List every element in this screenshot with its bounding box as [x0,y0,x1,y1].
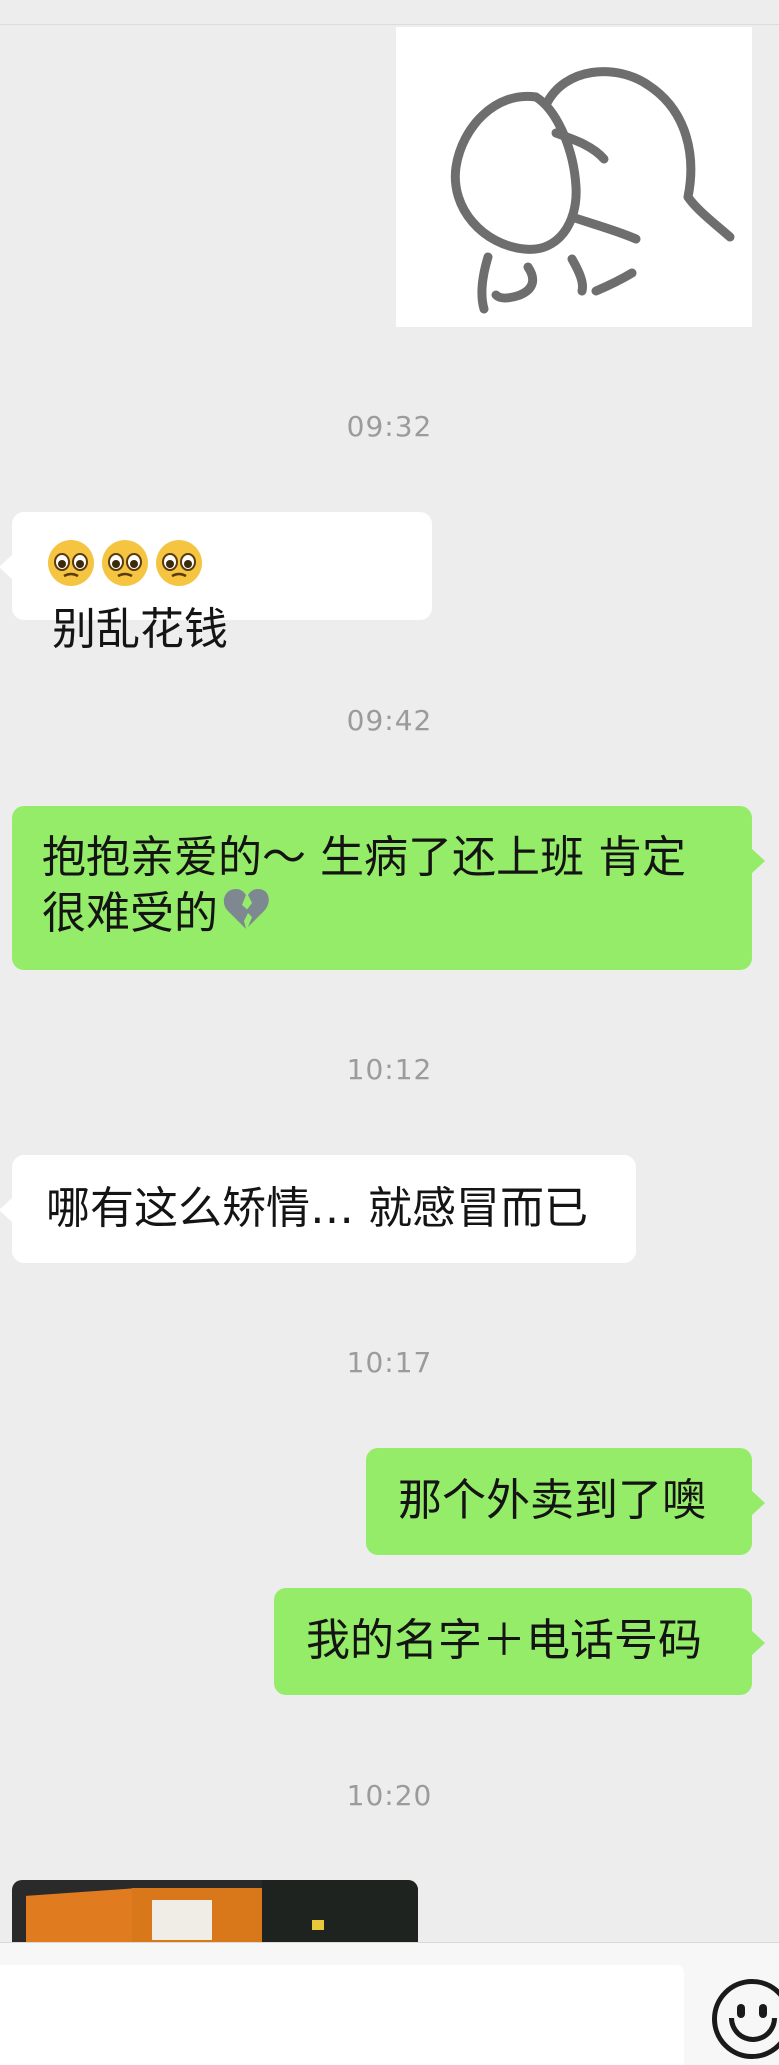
message-bubble-sent[interactable]: 那个外卖到了噢 [366,1448,765,1555]
input-bar [0,1942,779,2065]
message-text-line: 抱抱亲爱的～ 生病了还上班 肯定 [42,832,686,883]
pleading-face-icon [100,538,150,602]
message-bubble-sent[interactable]: 抱抱亲爱的～ 生病了还上班 肯定 很难受的 [12,806,765,970]
timestamp: 09:32 [346,410,433,443]
timestamp: 10:12 [346,1053,433,1086]
message-text: 我的名字＋电话号码 [306,1615,702,1666]
top-divider [0,24,779,25]
timestamp: 10:20 [346,1779,433,1812]
sticker-message[interactable] [396,27,752,327]
message-bubble-received[interactable]: 别乱花钱 [0,512,432,655]
message-bubble-received[interactable]: 哪有这么矫情… 就感冒而已 [0,1155,636,1263]
line-drawing-sticker [450,67,735,314]
pleading-face-icon [46,538,96,602]
message-text: 别乱花钱 [52,604,228,655]
pleading-face-icon [154,538,204,602]
message-text: 那个外卖到了噢 [398,1475,706,1526]
message-text: 哪有这么矫情… 就感冒而已 [46,1183,588,1234]
timestamp: 10:17 [346,1346,433,1379]
smiley-face-icon[interactable] [712,1979,779,2059]
broken-heart-icon [222,887,270,945]
photo-message[interactable] [12,1880,418,1942]
message-text-line: 很难受的 [42,888,218,939]
timestamp: 09:42 [346,704,433,737]
message-bubble-sent[interactable]: 我的名字＋电话号码 [274,1588,765,1695]
message-input[interactable] [0,1965,684,2065]
